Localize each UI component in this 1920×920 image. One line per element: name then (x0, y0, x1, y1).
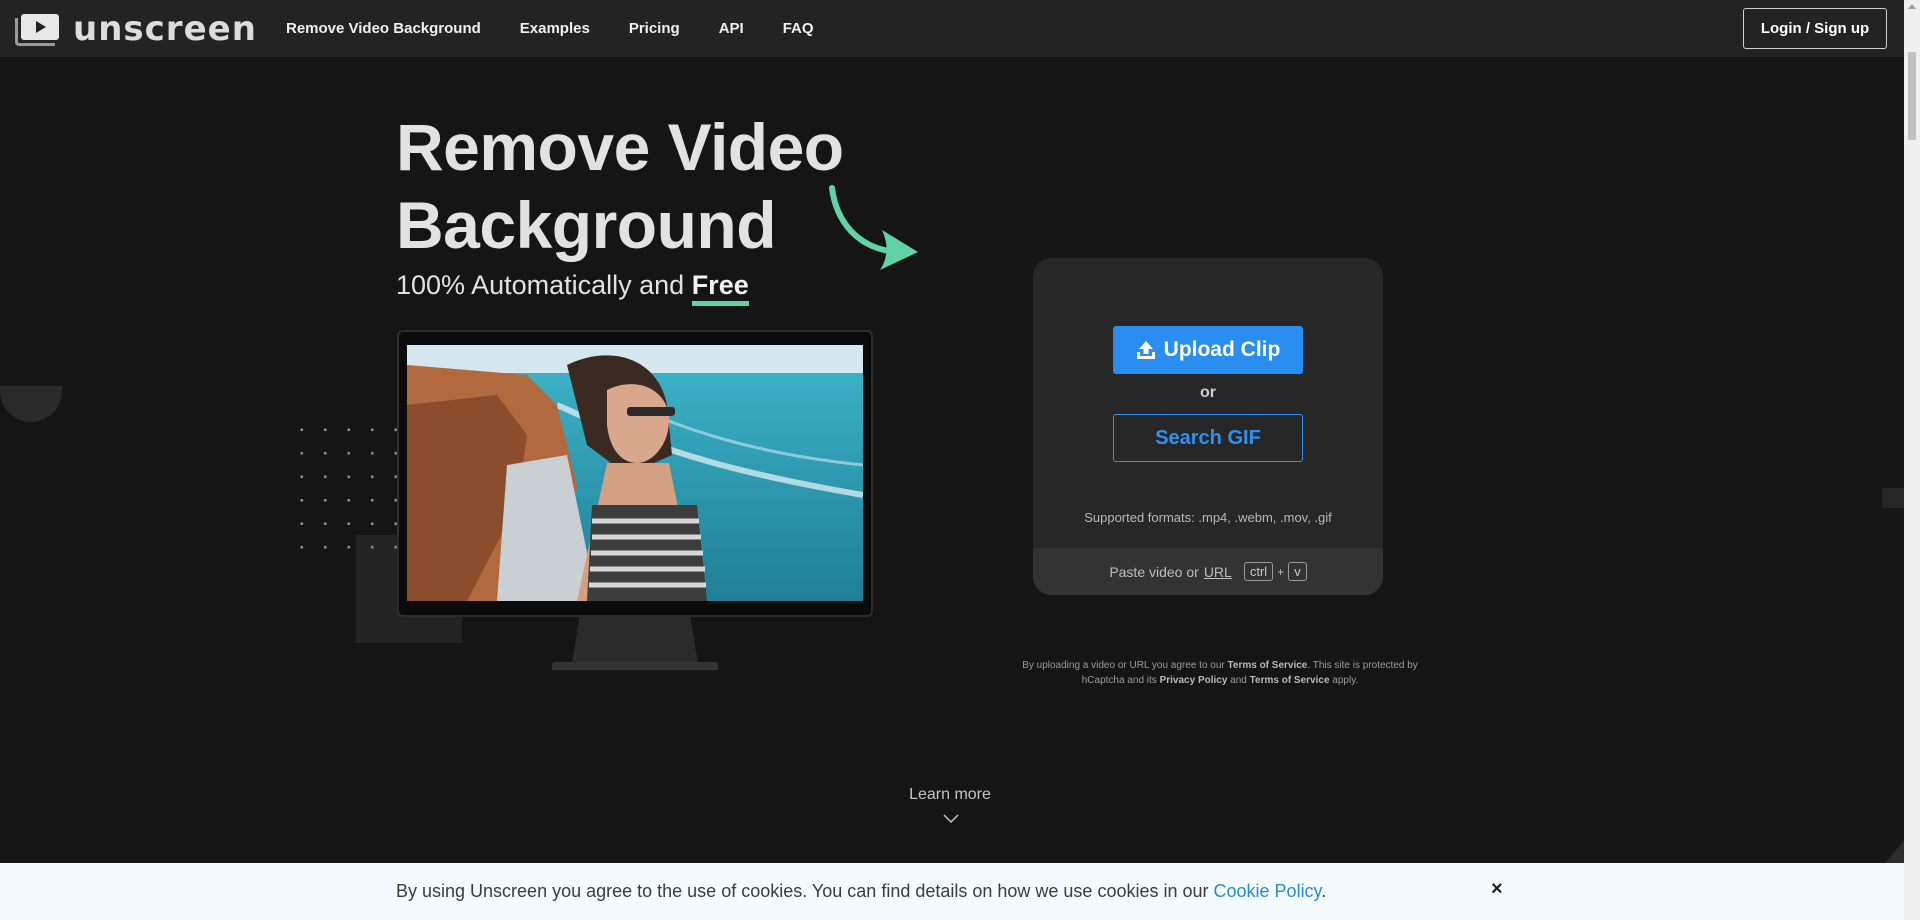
page-title-line2: Background (396, 188, 777, 262)
decorative-corner (1884, 838, 1906, 864)
close-icon[interactable]: × (1491, 878, 1503, 901)
cookie-banner: By using Unscreen you agree to the use o… (0, 863, 1904, 920)
nav-link-examples[interactable]: Examples (520, 20, 590, 37)
nav-link-remove-video-background[interactable]: Remove Video Background (286, 20, 481, 37)
example-video-frame (407, 345, 863, 601)
cookie-policy-link[interactable]: Cookie Policy (1214, 881, 1322, 901)
monitor-stand (572, 617, 698, 663)
decorative-dot-grid (290, 418, 400, 568)
legal-text-4: apply. (1329, 675, 1359, 686)
key-v: v (1288, 562, 1307, 581)
upload-clip-button[interactable]: Upload Clip (1113, 326, 1303, 374)
nav-link-api[interactable]: API (719, 20, 744, 37)
page-title-line1: Remove Video (396, 110, 844, 184)
cookie-message: By using Unscreen you agree to the use o… (396, 881, 1214, 901)
nav-link-pricing[interactable]: Pricing (629, 20, 680, 37)
supported-formats: Supported formats: .mp4, .webm, .mov, .g… (1084, 510, 1332, 525)
paste-prefix: Paste video or (1109, 563, 1199, 580)
monitor-stand-base (552, 662, 718, 670)
login-signup-button[interactable]: Login / Sign up (1743, 8, 1887, 49)
learn-more-link[interactable]: Learn more (860, 786, 1040, 804)
nav-links: Remove Video Background Examples Pricing… (286, 0, 853, 57)
cookie-suffix: . (1321, 881, 1327, 901)
subtitle-free: Free (691, 270, 749, 306)
subtitle-prefix: 100% Automatically and (396, 270, 692, 300)
top-navbar: unscreen Remove Video Background Example… (0, 0, 1904, 57)
privacy-policy-link[interactable]: Privacy Policy (1160, 675, 1228, 686)
nav-link-faq[interactable]: FAQ (783, 20, 814, 37)
or-separator: or (1200, 384, 1216, 401)
key-plus: + (1277, 564, 1285, 579)
scroll-up-arrow-icon[interactable] (1908, 4, 1916, 9)
chevron-down-icon[interactable] (943, 814, 959, 824)
page-subtitle: 100% Automatically and Free (396, 270, 749, 306)
decorative-half-circle (0, 386, 62, 422)
paste-url-bar: Paste video or URL ctrl + v (1033, 548, 1383, 595)
decorative-right-tab (1882, 488, 1904, 508)
cookie-text: By using Unscreen you agree to the use o… (396, 881, 1326, 902)
hcaptcha-terms-link[interactable]: Terms of Service (1250, 675, 1330, 686)
legal-text-3: and (1227, 675, 1250, 686)
paste-url-link[interactable]: URL (1204, 564, 1232, 580)
upload-card: Upload Clip or Search GIF Supported form… (1033, 258, 1383, 595)
legal-text-1: By uploading a video or URL you agree to… (1022, 660, 1228, 671)
search-gif-button[interactable]: Search GIF (1113, 414, 1303, 462)
page-scrollbar[interactable] (1904, 0, 1920, 920)
legal-notice: By uploading a video or URL you agree to… (1020, 658, 1420, 688)
logo-text: unscreen (73, 9, 257, 49)
curved-arrow-icon (829, 185, 918, 270)
upload-icon (1136, 340, 1156, 360)
key-ctrl: ctrl (1243, 562, 1274, 581)
upload-clip-label: Upload Clip (1163, 338, 1281, 361)
terms-of-service-link[interactable]: Terms of Service (1228, 660, 1308, 671)
video-preview-monitor (397, 330, 873, 617)
logo[interactable]: unscreen (15, 12, 257, 46)
scroll-thumb[interactable] (1908, 52, 1916, 140)
play-icon (15, 12, 59, 46)
